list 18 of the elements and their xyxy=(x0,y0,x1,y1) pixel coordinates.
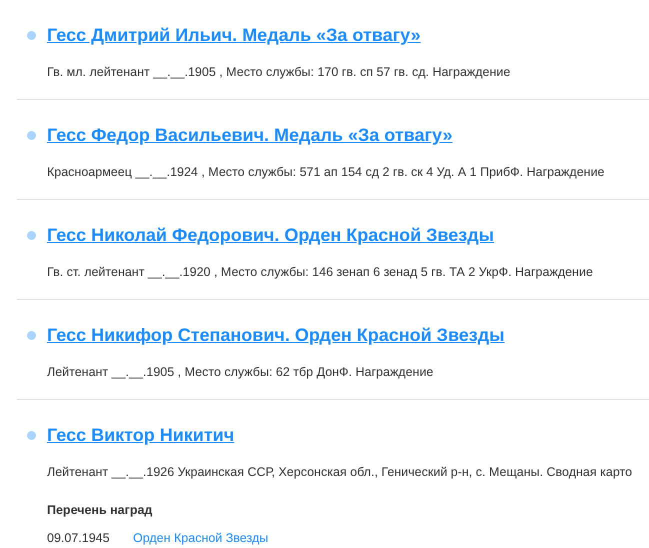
bullet-icon xyxy=(27,230,36,240)
result-title-link[interactable]: Гесс Дмитрий Ильич. Медаль «За отвагу» xyxy=(47,22,421,48)
awards-heading: Перечень наград xyxy=(47,502,152,519)
result-details: Гв. ст. лейтенант __.__.1920 , Место службы: 146 зенап 6 зенад 5 гв. ТА 2 УкрФ. Награждение xyxy=(47,264,593,281)
result-details: Гв. мл. лейтенант __.__.1905 , Место службы: 170 гв. сп 57 гв. сд. Награждение xyxy=(47,64,510,81)
result-title-link[interactable]: Гесс Николай Федорович. Орден Красной Звезды xyxy=(47,222,494,248)
bullet-icon xyxy=(27,130,36,140)
result-details: Красноармеец __.__.1924 , Место службы: 571 ап 154 сд 2 гв. ск 4 Уд. А 1 ПрибФ. Награждение xyxy=(47,164,605,181)
result-title-link[interactable]: Гесс Федор Васильевич. Медаль «За отвагу» xyxy=(47,122,452,148)
bullet-icon xyxy=(27,30,36,40)
result-title-link[interactable]: Гесс Никифор Степанович. Орден Красной Звезды xyxy=(47,322,505,348)
award-date: 09.07.1945 xyxy=(47,530,111,547)
result-title-link[interactable]: Гесс Виктор Никитич xyxy=(47,422,234,448)
award-link[interactable]: Орден Красной Звезды xyxy=(133,529,268,547)
result-details: Лейтенант __.__.1926 Украинская ССР, Херсонская обл., Генический р-н, с. Мещаны. Сводная карто xyxy=(47,464,632,481)
bullet-icon xyxy=(27,430,36,440)
bullet-icon xyxy=(27,330,36,340)
result-details: Лейтенант __.__.1905 , Место службы: 62 тбр ДонФ. Награждение xyxy=(47,364,434,381)
